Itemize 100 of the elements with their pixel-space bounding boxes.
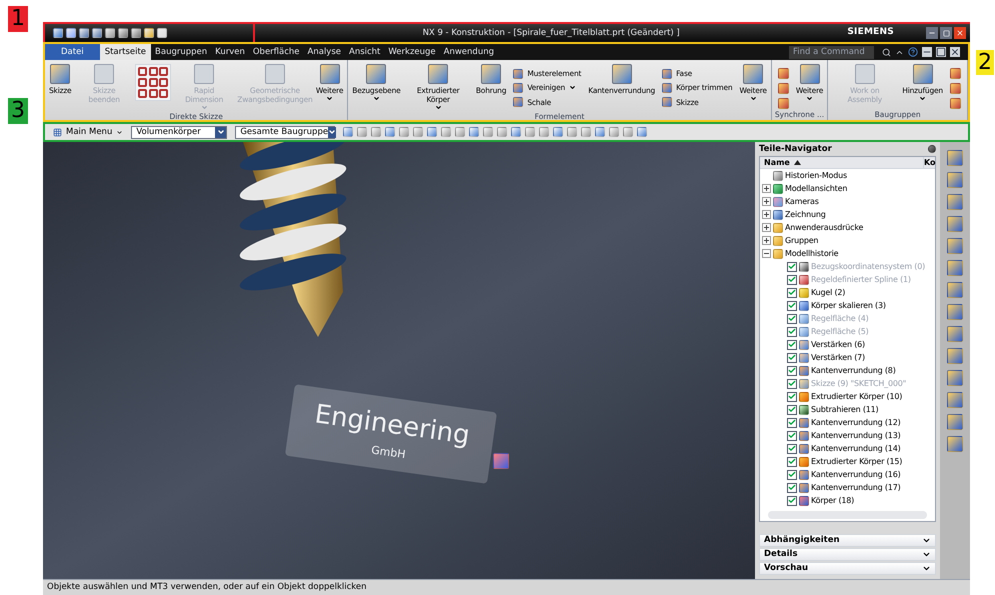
ribbon-tab[interactable]: Anwendung [440, 44, 498, 60]
close-icon[interactable] [950, 47, 960, 57]
expand-toggle-icon[interactable] [762, 210, 771, 219]
close-button[interactable] [954, 27, 966, 39]
checkbox[interactable] [787, 418, 797, 428]
resource-bar-icon [947, 436, 963, 452]
ribbon-tab[interactable]: Startseite [100, 44, 152, 60]
checkbox[interactable] [787, 378, 797, 388]
ribbon-tab[interactable]: Analyse [304, 44, 345, 60]
tree-item-label[interactable]: Kantenverrundung (12) [811, 416, 901, 428]
resource-bar-icon [947, 392, 963, 408]
tree-item-label[interactable]: Anwenderausdrücke [785, 222, 864, 234]
checkbox[interactable] [787, 482, 797, 492]
tool-icon [513, 68, 524, 79]
checkbox[interactable] [787, 314, 797, 324]
expand-toggle-icon[interactable] [762, 223, 771, 232]
toolbar-icon [511, 127, 522, 137]
resource-bar-icon [947, 414, 963, 430]
tool-icon [366, 64, 386, 84]
resource-bar-icon [947, 348, 963, 364]
tree-item-label[interactable]: Körper skalieren (3) [811, 300, 886, 312]
expand-toggle-icon[interactable] [762, 184, 771, 193]
tool-icon [800, 64, 820, 84]
column-header[interactable]: Ko [923, 157, 935, 168]
expand-toggle-icon[interactable] [762, 236, 771, 245]
resource-bar-icon [947, 238, 963, 254]
dropdown-caret-icon [215, 126, 226, 138]
tree-item-label[interactable]: Kantenverrundung (16) [811, 468, 901, 480]
checkbox[interactable] [787, 392, 797, 402]
search-icon[interactable] [882, 48, 891, 56]
tree-item-label[interactable]: Subtrahieren (11) [811, 404, 878, 416]
tree-item-label[interactable]: Modellansichten [785, 182, 848, 194]
ribbon-tab[interactable]: Datei [45, 44, 100, 60]
toolbar-icon [609, 127, 620, 137]
caret-icon [116, 128, 124, 136]
checkbox[interactable] [787, 430, 797, 440]
restore-icon[interactable] [936, 47, 946, 57]
checkbox[interactable] [787, 404, 797, 414]
help-icon[interactable] [908, 47, 918, 57]
maximize-button[interactable] [940, 27, 952, 39]
ribbon-tab[interactable]: Baugruppen [151, 44, 212, 60]
collapsible-panel-header[interactable]: Vorschau [759, 562, 936, 575]
tree-item-label[interactable]: Verstärken (7) [811, 352, 865, 364]
collapse-toggle-icon[interactable] [762, 249, 771, 258]
tree-item-label[interactable]: Zeichnung [785, 208, 826, 220]
collapsible-panel-header[interactable]: Abhängigkeiten [759, 534, 936, 547]
checkbox[interactable] [787, 340, 797, 350]
tree-item-label[interactable]: Kugel (2) [811, 286, 846, 298]
checkbox[interactable] [787, 456, 797, 466]
minimize-button[interactable] [926, 27, 938, 39]
sort-ascending-icon [794, 160, 801, 165]
tool-icon [264, 64, 285, 84]
ribbon-tab[interactable]: Ansicht [345, 44, 384, 60]
tree-item-label[interactable]: Kantenverrundung (17) [811, 482, 901, 494]
tree-item-label[interactable]: Gruppen [785, 234, 818, 246]
tree-item-label[interactable]: Kantenverrundung (8) [811, 364, 896, 376]
tree-item-label[interactable]: Extrudierter Körper (10) [811, 390, 902, 402]
column-header[interactable]: Name [760, 157, 794, 168]
dropdown-caret-icon [434, 104, 442, 111]
dropdown-field[interactable]: Gesamte Baugruppe [235, 126, 336, 138]
collapsible-panel-header[interactable]: Details [759, 548, 936, 561]
checkbox[interactable] [787, 470, 797, 480]
checkbox[interactable] [787, 300, 797, 310]
checkbox[interactable] [787, 352, 797, 362]
checkbox[interactable] [787, 262, 797, 272]
ribbon-tab[interactable]: Kurven [211, 44, 249, 60]
checkbox[interactable] [787, 366, 797, 376]
toolbar-icon [469, 127, 480, 137]
toolbar-icon [623, 127, 634, 137]
ribbon-tab[interactable]: Oberfläche [248, 44, 304, 60]
tree-item-label[interactable]: Kameras [785, 196, 819, 208]
toolbar-icon [441, 127, 452, 137]
toolbar-icon [371, 127, 382, 137]
checkbox[interactable] [787, 496, 797, 506]
tree-item-label[interactable]: Verstärken (6) [811, 338, 865, 350]
expand-toggle-icon[interactable] [762, 197, 771, 206]
ribbon-tab[interactable]: Werkzeuge [384, 44, 440, 60]
tool-icon [743, 64, 764, 84]
tree-item-label[interactable]: Historien-Modus [785, 170, 847, 182]
tool-icon [513, 82, 524, 93]
main-menu-button[interactable]: Main Menu [53, 126, 124, 138]
tool-icon [50, 64, 70, 84]
checkbox[interactable] [787, 326, 797, 336]
command-search-field[interactable]: Find a Command [789, 46, 874, 58]
menu-icon [53, 128, 62, 136]
checkbox[interactable] [787, 274, 797, 284]
tree-item-label[interactable]: Kantenverrundung (13) [811, 430, 901, 442]
checkbox[interactable] [787, 444, 797, 454]
resource-bar-icon [947, 326, 963, 342]
sketch-tools-palette[interactable] [134, 64, 172, 101]
tool-icon [950, 68, 961, 79]
dropdown-field[interactable]: Volumenkörper [131, 126, 228, 138]
tree-item-label[interactable]: Kantenverrundung (14) [811, 442, 901, 454]
tree-item-label[interactable]: Modellhistorie [785, 248, 838, 260]
callout-number: 3 [8, 98, 28, 124]
tree-item-label[interactable]: Extrudierter Körper (15) [811, 456, 902, 468]
checkbox[interactable] [787, 288, 797, 298]
horizontal-scrollbar[interactable] [768, 511, 927, 519]
minimize-icon[interactable] [922, 47, 932, 57]
tree-item-label[interactable]: Körper (18) [811, 494, 854, 506]
